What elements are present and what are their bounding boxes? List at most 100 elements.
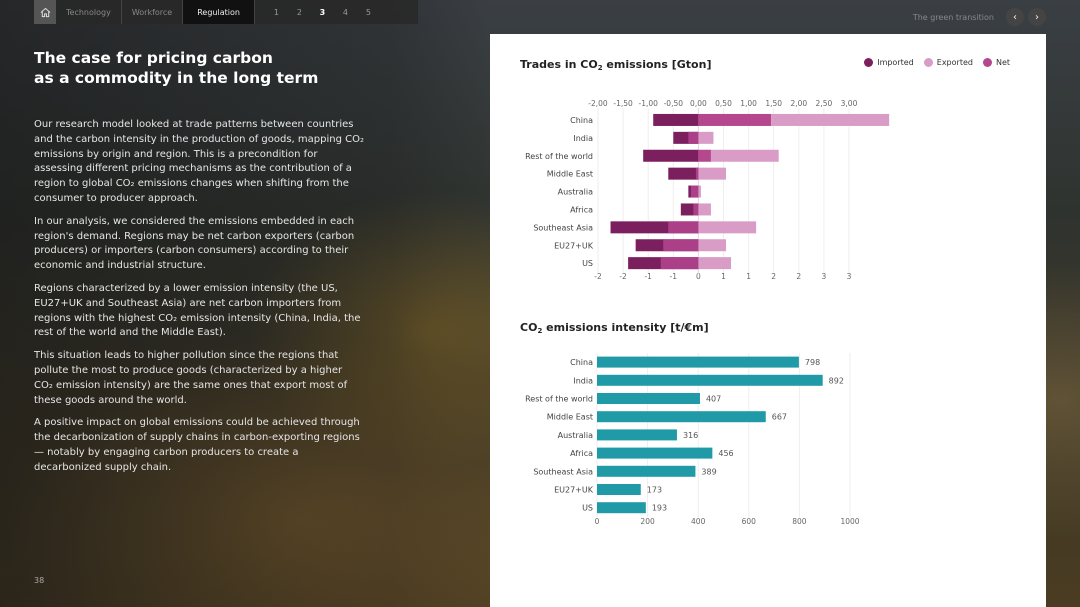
data-label: 193	[652, 504, 667, 513]
x-tick-label: 200	[640, 517, 655, 526]
x-tick-label-top: -0,50	[664, 99, 684, 108]
category-label: EU27+UK	[554, 486, 594, 495]
bar-net	[690, 185, 699, 198]
category-label: Rest of the world	[525, 152, 593, 161]
bar-net	[668, 221, 699, 234]
legend-item-net: Net	[982, 58, 1010, 67]
data-label: 173	[647, 486, 662, 495]
article-text: The case for pricing carbon as a commodi…	[34, 48, 364, 484]
bar	[597, 502, 646, 514]
x-tick-label-top: 0,50	[715, 99, 732, 108]
nav-item-regulation[interactable]: Regulation	[183, 0, 255, 24]
category-label: US	[582, 504, 593, 513]
category-label: India	[573, 134, 593, 143]
chart-panel: Trades in CO2 emissions [Gton] Imported …	[490, 34, 1046, 607]
category-label: Middle East	[547, 413, 593, 422]
bar-exported	[698, 221, 757, 234]
x-tick-label-bottom: -1	[644, 272, 652, 281]
x-tick-label-bottom: 1	[721, 272, 726, 281]
bar-imported	[653, 113, 699, 126]
legend-item-imported: Imported	[864, 58, 914, 67]
page-link-5[interactable]: 5	[357, 8, 380, 17]
x-tick-label-top: 0,00	[690, 99, 707, 108]
category-label: Southeast Asia	[533, 467, 593, 476]
bar-net	[698, 149, 711, 162]
nav-item-workforce[interactable]: Workforce	[122, 0, 184, 24]
x-tick-label-top: 3,00	[841, 99, 858, 108]
x-tick-label-top: 1,00	[740, 99, 757, 108]
category-label: Southeast Asia	[533, 223, 593, 232]
trades-legend: Imported Exported Net	[854, 58, 1010, 67]
x-tick-label-bottom: 3	[847, 272, 852, 281]
chevron-right-icon: ›	[1035, 11, 1039, 23]
trades-chart-title: Trades in CO2 emissions [Gton]	[520, 58, 712, 72]
legend-label: Exported	[936, 58, 973, 67]
top-nav: Technology Workforce Regulation 1 2 3 4 …	[34, 0, 418, 24]
chevron-left-icon: ‹	[1013, 11, 1017, 23]
x-tick-label-top: -1,00	[638, 99, 658, 108]
data-label: 892	[829, 376, 844, 385]
home-button[interactable]	[34, 0, 56, 24]
bar	[597, 429, 677, 441]
page-link-4[interactable]: 4	[334, 8, 357, 17]
x-tick-label: 800	[792, 517, 807, 526]
bar-exported	[710, 149, 779, 162]
x-tick-label: 600	[742, 517, 757, 526]
category-label: Middle East	[547, 170, 593, 179]
page-link-3[interactable]: 3	[311, 8, 334, 17]
bar-exported	[698, 239, 727, 252]
intensity-chart-title: CO2 emissions intensity [t/€m]	[520, 321, 709, 335]
page-number: 38	[34, 576, 45, 585]
x-tick-label: 1000	[840, 517, 859, 526]
bar	[597, 411, 766, 423]
bar-exported	[698, 131, 714, 144]
page-link-1[interactable]: 1	[265, 8, 288, 17]
legend-swatch	[982, 58, 992, 67]
x-tick-label-bottom: -2	[594, 272, 602, 281]
category-label: Rest of the world	[525, 395, 593, 404]
bar-net	[660, 257, 699, 270]
category-label: China	[570, 358, 593, 367]
data-label: 389	[701, 467, 716, 476]
bar-net	[693, 203, 699, 216]
bar	[597, 484, 641, 495]
bar-exported	[698, 167, 727, 180]
page-title: The case for pricing carbon as a commodi…	[34, 49, 319, 87]
bar-net	[698, 113, 772, 126]
category-label: EU27+UK	[554, 241, 594, 250]
x-tick-label-bottom: 1	[746, 272, 751, 281]
next-button[interactable]: ›	[1028, 8, 1046, 26]
data-label: 316	[683, 431, 698, 440]
bar	[597, 356, 799, 368]
page-selector: 1 2 3 4 5	[265, 8, 380, 17]
section-nav: The green transition ‹ ›	[913, 8, 1046, 26]
bar	[597, 465, 696, 477]
bar	[597, 447, 713, 459]
x-tick-label-bottom: -1	[670, 272, 678, 281]
bar-imported	[668, 167, 699, 180]
trades-chart: -2,00-2-1,50-2-1,00-1-0,50-10,0000,5011,…	[525, 99, 890, 281]
page-link-2[interactable]: 2	[288, 8, 311, 17]
legend-label: Net	[995, 58, 1010, 67]
x-tick-label-bottom: -2	[619, 272, 627, 281]
category-label: Australia	[558, 431, 593, 440]
bar-exported	[698, 203, 711, 216]
bar-imported	[643, 149, 699, 162]
x-tick-label-top: -2,00	[588, 99, 608, 108]
category-label: Africa	[570, 205, 593, 214]
category-label: India	[573, 376, 593, 385]
bar-exported	[698, 185, 701, 198]
bar	[597, 374, 823, 386]
x-tick-label-bottom: 2	[796, 272, 801, 281]
prev-button[interactable]: ‹	[1006, 8, 1024, 26]
section-label: The green transition	[912, 12, 994, 22]
x-tick-label-top: 2,00	[790, 99, 807, 108]
x-tick-label-bottom: 2	[771, 272, 776, 281]
legend-label: Imported	[877, 58, 914, 67]
nav-item-technology[interactable]: Technology	[56, 0, 122, 24]
paragraph: Regions characterized by a lower emissio…	[34, 282, 361, 339]
data-label: 667	[772, 413, 787, 422]
bar	[597, 393, 700, 404]
category-label: China	[570, 116, 593, 125]
x-tick-label-top: 2,50	[816, 99, 833, 108]
